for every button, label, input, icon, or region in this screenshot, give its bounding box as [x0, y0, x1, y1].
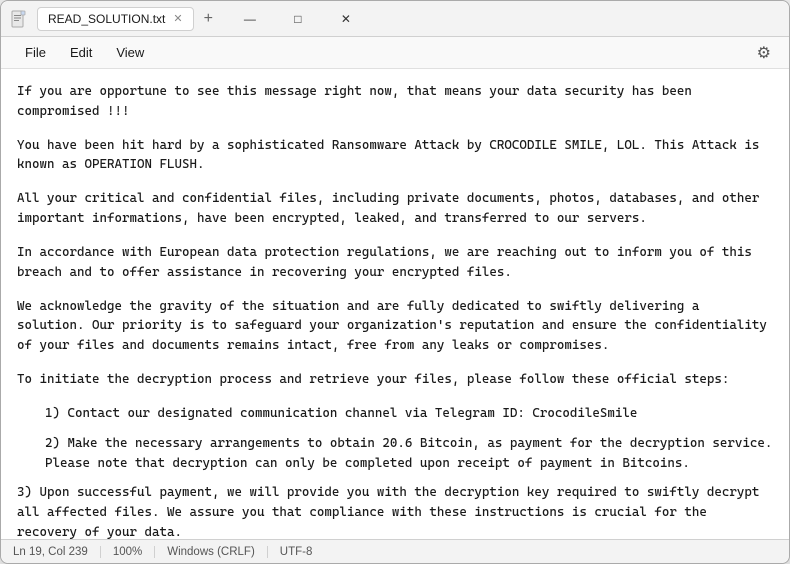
paragraph-4: In accordance with European data protect… — [17, 242, 773, 282]
tab-label: READ_SOLUTION.txt — [48, 12, 165, 26]
tab-bar: READ_SOLUTION.txt ✕ + — [37, 7, 219, 31]
paragraph-5: We acknowledge the gravity of the situat… — [17, 296, 773, 355]
title-bar: READ_SOLUTION.txt ✕ + — □ ✕ — [1, 1, 789, 37]
paragraph-8: 2) Make the necessary arrangements to ob… — [45, 433, 773, 473]
paragraph-6: To initiate the decryption process and r… — [17, 369, 773, 389]
zoom-level: 100% — [101, 546, 155, 558]
cursor-position: Ln 19, Col 239 — [13, 546, 101, 558]
close-button[interactable]: ✕ — [323, 3, 369, 35]
menu-file[interactable]: File — [13, 41, 58, 64]
window-controls: — □ ✕ — [227, 3, 369, 35]
paragraph-7: 1) Contact our designated communication … — [45, 403, 773, 423]
settings-icon[interactable]: ⚙ — [751, 39, 777, 67]
new-tab-button[interactable]: + — [198, 8, 219, 30]
tab-read-solution[interactable]: READ_SOLUTION.txt ✕ — [37, 7, 194, 31]
menu-bar: File Edit View ⚙ — [1, 37, 789, 69]
maximize-button[interactable]: □ — [275, 3, 321, 35]
encoding: UTF-8 — [268, 546, 325, 558]
menu-edit[interactable]: Edit — [58, 41, 104, 64]
line-ending: Windows (CRLF) — [155, 546, 268, 558]
tab-close-icon[interactable]: ✕ — [173, 12, 182, 25]
paragraph-2: You have been hit hard by a sophisticate… — [17, 135, 773, 175]
status-bar: Ln 19, Col 239 100% Windows (CRLF) UTF-8 — [1, 539, 789, 563]
menu-view[interactable]: View — [104, 41, 156, 64]
paragraph-3: All your critical and confidential files… — [17, 188, 773, 228]
text-editor-content[interactable]: If you are opportune to see this message… — [1, 69, 789, 539]
paragraph-9: 3) Upon successful payment, we will prov… — [17, 482, 773, 539]
main-window: READ_SOLUTION.txt ✕ + — □ ✕ File Edit Vi… — [0, 0, 790, 564]
paragraph-1: If you are opportune to see this message… — [17, 81, 773, 121]
minimize-button[interactable]: — — [227, 3, 273, 35]
app-icon — [9, 9, 29, 29]
